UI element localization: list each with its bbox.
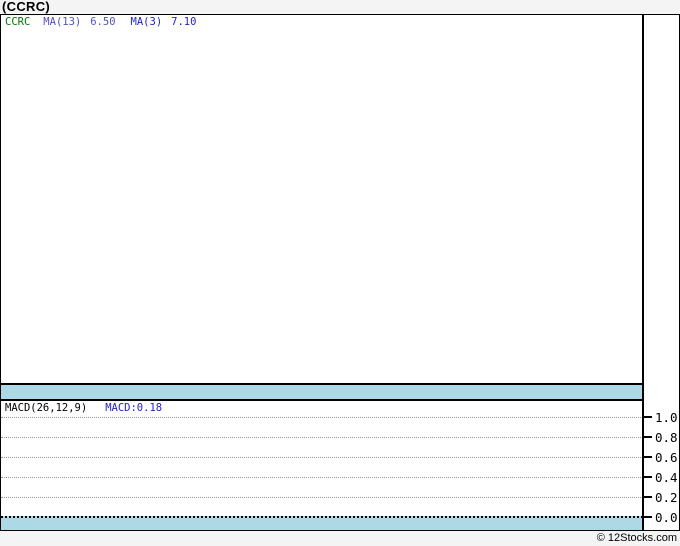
y-tick-1.0: 1.0 [643, 409, 678, 425]
price-panel: CCRC MA(13) 6.50 MA(3) 7.10 [1, 15, 642, 383]
tick-mark [643, 516, 652, 518]
grid-line-0.4 [1, 477, 643, 478]
y-tick-0.6: 0.6 [643, 449, 678, 465]
tick-mark [643, 456, 652, 458]
y-tick-0.0: 0.0 [643, 509, 678, 525]
grid-line-0.2 [1, 497, 643, 498]
ma13-label: MA(13) [43, 16, 82, 28]
tick-label: 1.0 [655, 409, 678, 425]
tick-mark [643, 496, 652, 498]
price-legend: CCRC MA(13) 6.50 MA(3) 7.10 [5, 16, 196, 28]
tick-label: 0.2 [655, 489, 678, 505]
y-tick-0.2: 0.2 [643, 489, 678, 505]
macd-value: MACD:0.18 [105, 402, 163, 414]
bottom-band [1, 516, 643, 530]
y-tick-0.4: 0.4 [643, 469, 678, 485]
macd-panel: MACD(26,12,9) MACD:0.18 [1, 401, 643, 530]
tick-label: 0.6 [655, 449, 678, 465]
ma3-value: 7.10 [171, 16, 197, 28]
ma13-value: 6.50 [90, 16, 116, 28]
tick-label: 0.4 [655, 469, 678, 485]
grid-line-0.6 [1, 457, 643, 458]
divider-band [1, 383, 643, 401]
grid-line-0.8 [1, 437, 643, 438]
tick-mark [643, 476, 652, 478]
tick-label: 0.8 [655, 429, 678, 445]
grid-line-1.0 [1, 417, 643, 418]
tick-label: 0.0 [655, 509, 678, 525]
footer: © 12Stocks.com [0, 531, 680, 546]
page-title: (CCRC) [2, 0, 51, 14]
ma3-label: MA(3) [130, 16, 163, 28]
macd-legend: MACD(26,12,9) MACD:0.18 [5, 402, 162, 414]
tick-mark [643, 436, 652, 438]
macd-params-label: MACD(26,12,9) [5, 402, 88, 414]
tick-mark [643, 416, 652, 418]
y-tick-0.8: 0.8 [643, 429, 678, 445]
watermark-link[interactable]: © 12Stocks.com [597, 532, 677, 544]
chart-frame: CCRC MA(13) 6.50 MA(3) 7.10 MACD(26,12,9) MAC… [0, 14, 680, 531]
ticker-symbol: CCRC [5, 16, 31, 28]
